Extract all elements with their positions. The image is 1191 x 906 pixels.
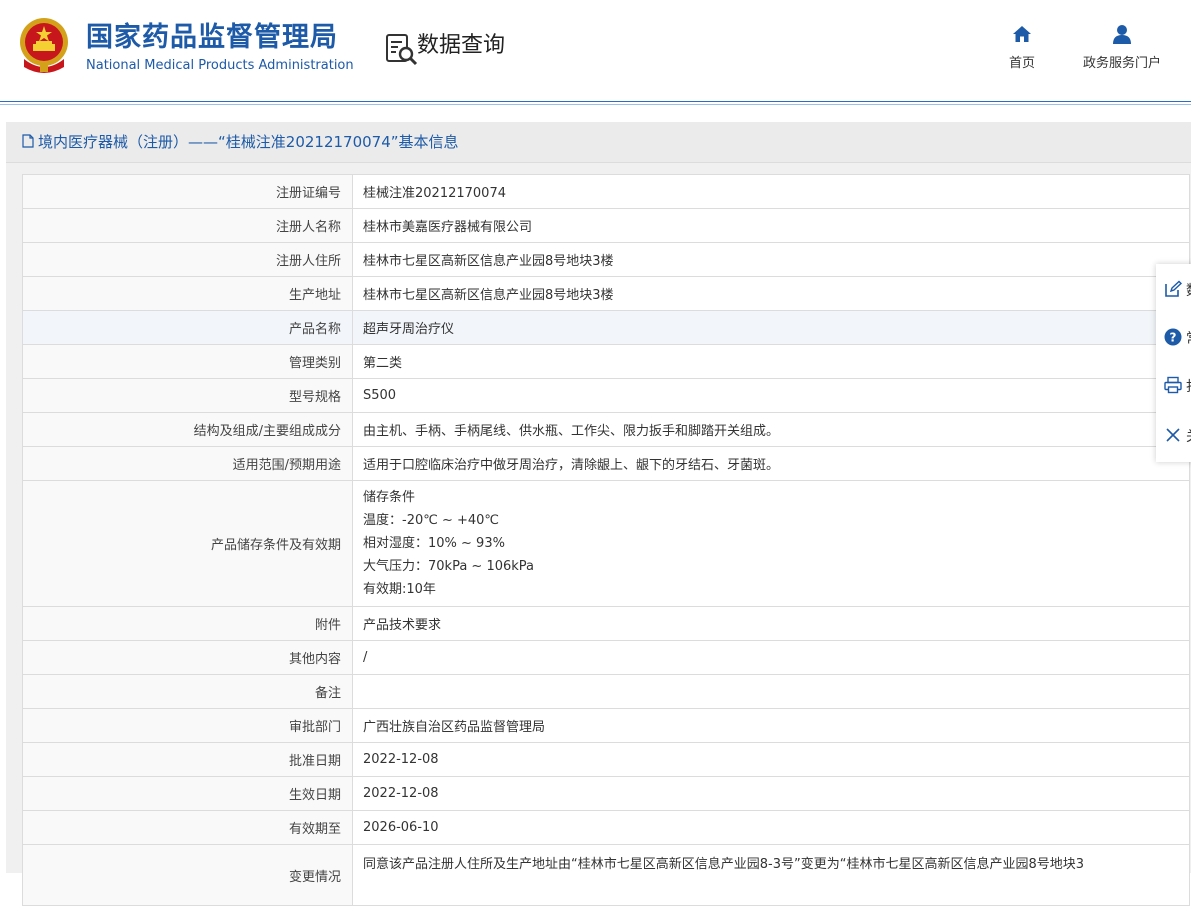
tool-label: 常 xyxy=(1186,328,1191,348)
table-row: 附件 产品技术要求 xyxy=(22,606,1190,641)
close-tool-button[interactable]: 关 xyxy=(1156,412,1191,456)
storage-line: 有效期:10年 xyxy=(363,582,436,597)
panel-title: 境内医疗器械（注册）——“桂械注准20212170074”基本信息 xyxy=(38,133,459,151)
panel-title-bar: 境内医疗器械（注册）——“桂械注准20212170074”基本信息 xyxy=(6,122,1191,163)
document-icon xyxy=(22,134,34,148)
row-value: 2022-12-08 xyxy=(352,742,1190,777)
row-label: 生效日期 xyxy=(22,776,353,811)
edit-icon xyxy=(1165,280,1182,297)
national-emblem-icon xyxy=(20,18,68,73)
close-icon xyxy=(1166,428,1180,442)
section-title: 数据查询 xyxy=(417,33,506,58)
tool-label: 数 xyxy=(1186,280,1191,300)
row-value xyxy=(352,674,1190,709)
storage-line: 储存条件 xyxy=(363,490,416,505)
row-value: 第二类 xyxy=(352,344,1190,379)
row-value: 2026-06-10 xyxy=(352,810,1190,845)
row-label: 产品储存条件及有效期 xyxy=(22,480,353,607)
storage-value: 储存条件 温度：-20℃ ~ +40℃ 相对湿度：10% ~ 93% 大气压力：… xyxy=(352,480,1190,607)
row-label: 备注 xyxy=(22,674,353,709)
nav-gov-services-label: 政务服务门户 xyxy=(1082,56,1161,71)
row-value: S500 xyxy=(352,378,1190,413)
row-label: 生产地址 xyxy=(22,276,353,311)
row-value: 桂林市七星区高新区信息产业园8号地块3楼 xyxy=(352,242,1190,277)
site-header: 国家药品监督管理局 National Medical Products Admi… xyxy=(0,0,1191,105)
user-icon xyxy=(1113,25,1131,44)
feedback-tool-button[interactable]: 数 xyxy=(1156,266,1191,310)
row-label: 管理类别 xyxy=(22,344,353,379)
table-row: 适用范围/预期用途 适用于口腔临床治疗中做牙周治疗，清除龈上、龈下的牙结石、牙菌… xyxy=(22,446,1190,481)
row-label: 变更情况 xyxy=(22,844,353,906)
row-label: 附件 xyxy=(22,606,353,641)
row-value: 超声牙周治疗仪 xyxy=(352,310,1190,345)
row-value: / xyxy=(352,640,1190,675)
table-row: 注册证编号 桂械注准20212170074 xyxy=(22,174,1190,209)
site-name-en: National Medical Products Administration xyxy=(86,58,354,73)
table-row: 审批部门 广西壮族自治区药品监督管理局 xyxy=(22,708,1190,743)
table-row: 结构及组成/主要组成成分 由主机、手柄、手柄尾线、供水瓶、工作尖、限力扳手和脚踏… xyxy=(22,412,1190,447)
print-tool-button[interactable]: 打 xyxy=(1156,362,1191,406)
row-label: 结构及组成/主要组成成分 xyxy=(22,412,353,447)
row-value: 桂林市美嘉医疗器械有限公司 xyxy=(352,208,1190,243)
row-label: 批准日期 xyxy=(22,742,353,777)
table-row: 有效期至 2026-06-10 xyxy=(22,810,1190,845)
home-icon xyxy=(1013,26,1031,42)
table-row: 产品名称 超声牙周治疗仪 xyxy=(22,310,1190,345)
row-label: 产品名称 xyxy=(22,310,353,345)
nav-home-link[interactable]: 首页 xyxy=(1000,24,1044,71)
table-row: 生产地址 桂林市七星区高新区信息产业园8号地块3楼 xyxy=(22,276,1190,311)
row-label: 其他内容 xyxy=(22,640,353,675)
help-tool-button[interactable]: ? 常 xyxy=(1156,314,1191,358)
nav-home-label: 首页 xyxy=(1008,56,1035,71)
row-label: 型号规格 xyxy=(22,378,353,413)
row-value: 同意该产品注册人住所及生产地址由“桂林市七星区高新区信息产业园8-3号”变更为“… xyxy=(352,844,1190,906)
row-value: 产品技术要求 xyxy=(352,606,1190,641)
row-value: 桂林市七星区高新区信息产业园8号地块3楼 xyxy=(352,276,1190,311)
row-label: 注册人名称 xyxy=(22,208,353,243)
row-value: 广西壮族自治区药品监督管理局 xyxy=(352,708,1190,743)
site-name-cn: 国家药品监督管理局 xyxy=(86,22,338,53)
help-icon: ? xyxy=(1164,328,1182,346)
table-row: 变更情况 同意该产品注册人住所及生产地址由“桂林市七星区高新区信息产业园8-3号… xyxy=(22,844,1190,906)
table-row: 型号规格 S500 xyxy=(22,378,1190,413)
table-row: 注册人住所 桂林市七星区高新区信息产业园8号地块3楼 xyxy=(22,242,1190,277)
row-value: 由主机、手柄、手柄尾线、供水瓶、工作尖、限力扳手和脚踏开关组成。 xyxy=(352,412,1190,447)
row-value: 2022-12-08 xyxy=(352,776,1190,811)
storage-line: 大气压力：70kPa ~ 106kPa xyxy=(363,559,535,574)
row-value: 桂械注准20212170074 xyxy=(352,174,1190,209)
svg-text:?: ? xyxy=(1170,331,1177,345)
header-divider xyxy=(0,101,1191,105)
row-label: 注册证编号 xyxy=(22,174,353,209)
table-row: 生效日期 2022-12-08 xyxy=(22,776,1190,811)
table-row: 注册人名称 桂林市美嘉医疗器械有限公司 xyxy=(22,208,1190,243)
record-table: 注册证编号 桂械注准20212170074 注册人名称 桂林市美嘉医疗器械有限公… xyxy=(22,174,1190,906)
storage-line: 相对湿度：10% ~ 93% xyxy=(363,536,505,551)
table-row: 管理类别 第二类 xyxy=(22,344,1190,379)
table-row: 批准日期 2022-12-08 xyxy=(22,742,1190,777)
print-icon xyxy=(1164,376,1182,394)
row-label: 审批部门 xyxy=(22,708,353,743)
data-query-icon xyxy=(386,34,418,66)
row-label: 注册人住所 xyxy=(22,242,353,277)
table-row: 产品储存条件及有效期 储存条件 温度：-20℃ ~ +40℃ 相对湿度：10% … xyxy=(22,480,1190,607)
floating-toolbar: 数 ? 常 打 关 xyxy=(1156,264,1191,462)
row-label: 适用范围/预期用途 xyxy=(22,446,353,481)
row-label: 有效期至 xyxy=(22,810,353,845)
storage-line: 温度：-20℃ ~ +40℃ xyxy=(363,513,500,528)
row-value: 适用于口腔临床治疗中做牙周治疗，清除龈上、龈下的牙结石、牙菌斑。 xyxy=(352,446,1190,481)
nav-gov-services-link[interactable]: 政务服务门户 xyxy=(1076,24,1168,71)
tool-label: 关 xyxy=(1186,426,1191,446)
tool-label: 打 xyxy=(1186,376,1191,396)
table-row: 其他内容 / xyxy=(22,640,1190,675)
table-row: 备注 xyxy=(22,674,1190,709)
